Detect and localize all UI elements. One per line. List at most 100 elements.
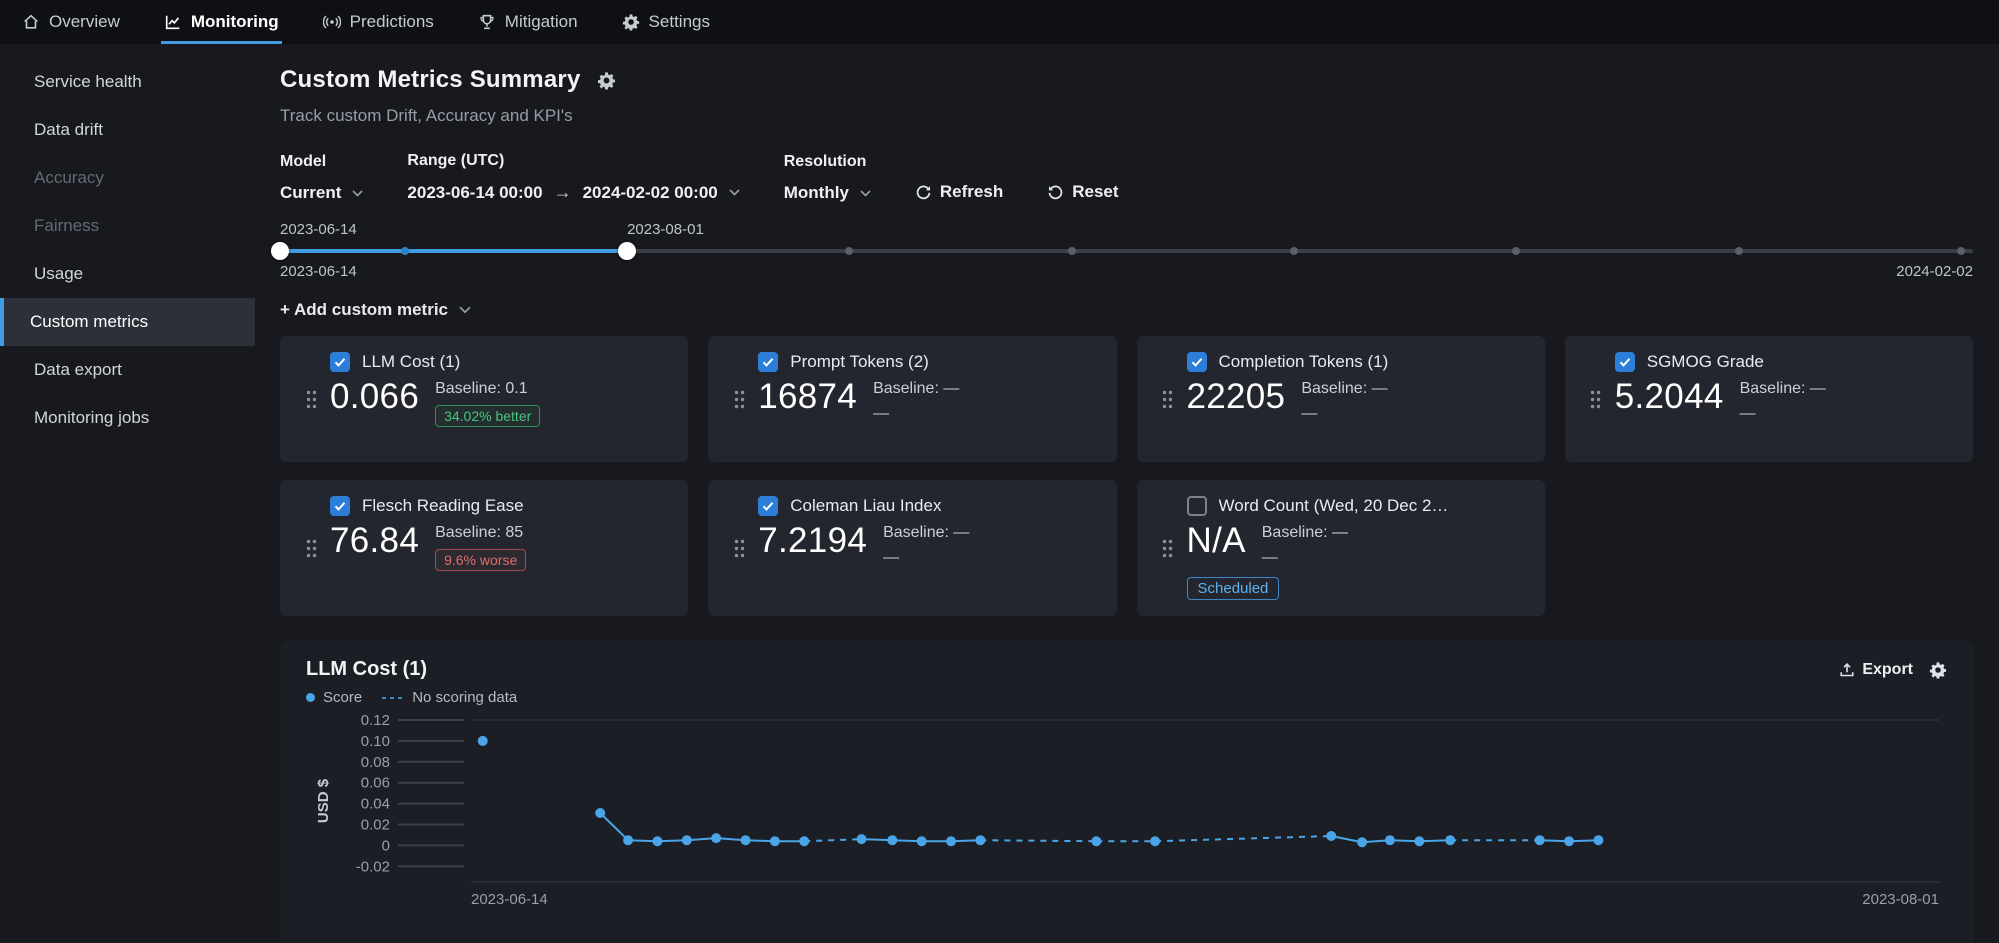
- data-point[interactable]: [478, 736, 488, 746]
- chart-settings-gear-icon[interactable]: [1929, 661, 1947, 679]
- metric-value: 5.2044: [1615, 379, 1724, 416]
- data-point[interactable]: [1385, 835, 1395, 845]
- score-dot-icon: [306, 693, 315, 702]
- metric-value: 22205: [1187, 379, 1286, 416]
- nav-label: Overview: [49, 12, 120, 32]
- data-point[interactable]: [1414, 836, 1424, 846]
- data-point[interactable]: [652, 836, 662, 846]
- metric-value: 0.066: [330, 379, 419, 416]
- drag-handle-icon[interactable]: [1577, 352, 1615, 446]
- data-point[interactable]: [1150, 836, 1160, 846]
- sidebar: Service healthData driftAccuracyFairness…: [0, 44, 255, 943]
- slider-track[interactable]: [280, 242, 1973, 260]
- sidebar-item-custom-metrics[interactable]: Custom metrics: [0, 298, 255, 346]
- range-picker[interactable]: 2023-06-14 00:00 → 2024-02-02 00:00: [407, 182, 739, 203]
- metric-card-body: Completion Tokens (1)22205Baseline: ——: [1187, 352, 1527, 446]
- metric-checkbox[interactable]: [758, 496, 778, 516]
- metric-checkbox[interactable]: [1187, 352, 1207, 372]
- slider-selected-labels: 2023-06-14 2023-08-01: [280, 221, 1973, 240]
- baseline-delta-badge: —: [1262, 549, 1278, 567]
- metric-value: 76.84: [330, 523, 419, 560]
- slider-tick: [1512, 247, 1520, 255]
- data-point[interactable]: [887, 835, 897, 845]
- drag-handle-icon[interactable]: [1149, 352, 1187, 446]
- y-tick-label: 0.02: [361, 817, 390, 834]
- metric-checkbox[interactable]: [1187, 496, 1207, 516]
- data-point[interactable]: [946, 836, 956, 846]
- data-point[interactable]: [1535, 835, 1545, 845]
- data-point[interactable]: [1564, 836, 1574, 846]
- data-point[interactable]: [1593, 835, 1603, 845]
- nav-item-mitigation[interactable]: Mitigation: [478, 0, 578, 44]
- chevron-down-icon: [860, 190, 871, 197]
- metric-card-flesch-reading-ease: Flesch Reading Ease76.84Baseline: 859.6%…: [280, 480, 688, 616]
- resolution-dropdown[interactable]: Monthly: [784, 183, 871, 203]
- data-point[interactable]: [1091, 836, 1101, 846]
- sidebar-item-data-export[interactable]: Data export: [0, 346, 255, 394]
- sidebar-item-service-health[interactable]: Service health: [0, 58, 255, 106]
- data-point[interactable]: [856, 834, 866, 844]
- score-line-segment: [600, 813, 628, 840]
- baseline-label: Baseline: —: [873, 380, 959, 398]
- slider-handle-end[interactable]: [618, 242, 636, 260]
- sidebar-item-label: Accuracy: [34, 168, 104, 188]
- refresh-icon: [915, 184, 932, 201]
- data-point[interactable]: [1357, 837, 1367, 847]
- drag-handle-icon[interactable]: [720, 496, 758, 600]
- data-point[interactable]: [799, 836, 809, 846]
- data-point[interactable]: [741, 835, 751, 845]
- sidebar-item-label: Service health: [34, 72, 142, 92]
- home-icon: [22, 13, 40, 31]
- page-settings-gear-icon[interactable]: [597, 71, 616, 90]
- sidebar-item-label: Monitoring jobs: [34, 408, 149, 428]
- drag-handle-icon[interactable]: [292, 352, 330, 446]
- data-point[interactable]: [1326, 831, 1336, 841]
- data-point[interactable]: [682, 835, 692, 845]
- metric-checkbox[interactable]: [1615, 352, 1635, 372]
- nav-label: Predictions: [350, 12, 434, 32]
- data-point[interactable]: [1445, 835, 1455, 845]
- metric-card-sgmog-grade: SGMOG Grade5.2044Baseline: ——: [1565, 336, 1973, 462]
- app-layout: Service healthData driftAccuracyFairness…: [0, 44, 1999, 943]
- data-point[interactable]: [595, 808, 605, 818]
- nav-label: Monitoring: [191, 12, 279, 32]
- add-custom-metric-button[interactable]: + Add custom metric: [280, 300, 471, 320]
- model-dropdown[interactable]: Current: [280, 183, 363, 203]
- drag-handle-icon[interactable]: [292, 496, 330, 600]
- sidebar-item-data-drift[interactable]: Data drift: [0, 106, 255, 154]
- sidebar-item-usage[interactable]: Usage: [0, 250, 255, 298]
- baseline-delta-badge: —: [883, 549, 899, 567]
- slider-full-range-labels: 2023-06-14 2024-02-02: [280, 263, 1973, 280]
- baseline-delta-badge: 9.6% worse: [435, 549, 526, 571]
- nav-item-predictions[interactable]: Predictions: [323, 0, 434, 44]
- data-point[interactable]: [975, 835, 985, 845]
- metric-title: Word Count (Wed, 20 Dec 2…: [1219, 496, 1449, 516]
- export-icon: [1839, 662, 1855, 678]
- y-tick-label: 0.08: [361, 754, 390, 771]
- sidebar-item-monitoring-jobs[interactable]: Monitoring jobs: [0, 394, 255, 442]
- data-point[interactable]: [623, 835, 633, 845]
- drag-handle-icon[interactable]: [720, 352, 758, 446]
- nav-item-overview[interactable]: Overview: [22, 0, 120, 44]
- drag-handle-icon[interactable]: [1149, 496, 1187, 600]
- metric-title: Prompt Tokens (2): [790, 352, 929, 372]
- data-point[interactable]: [711, 833, 721, 843]
- metric-card-body: Flesch Reading Ease76.84Baseline: 859.6%…: [330, 496, 670, 600]
- data-point[interactable]: [917, 836, 927, 846]
- slider-handle-start[interactable]: [271, 242, 289, 260]
- nav-label: Settings: [649, 12, 710, 32]
- export-button[interactable]: Export: [1839, 661, 1913, 679]
- metric-checkbox[interactable]: [330, 496, 350, 516]
- metric-checkbox[interactable]: [758, 352, 778, 372]
- refresh-button[interactable]: Refresh: [915, 182, 1003, 203]
- nav-item-settings[interactable]: Settings: [622, 0, 710, 44]
- chart-legend: ScoreNo scoring data: [306, 689, 1947, 706]
- metric-checkbox[interactable]: [330, 352, 350, 372]
- baseline-delta-badge: —: [873, 405, 889, 423]
- nav-item-monitoring[interactable]: Monitoring: [164, 0, 279, 44]
- reset-button[interactable]: Reset: [1047, 182, 1118, 203]
- resolution-control: Resolution Monthly: [784, 153, 871, 203]
- slider-tick: [1957, 247, 1965, 255]
- baseline-label: Baseline: 85: [435, 524, 526, 542]
- data-point[interactable]: [770, 836, 780, 846]
